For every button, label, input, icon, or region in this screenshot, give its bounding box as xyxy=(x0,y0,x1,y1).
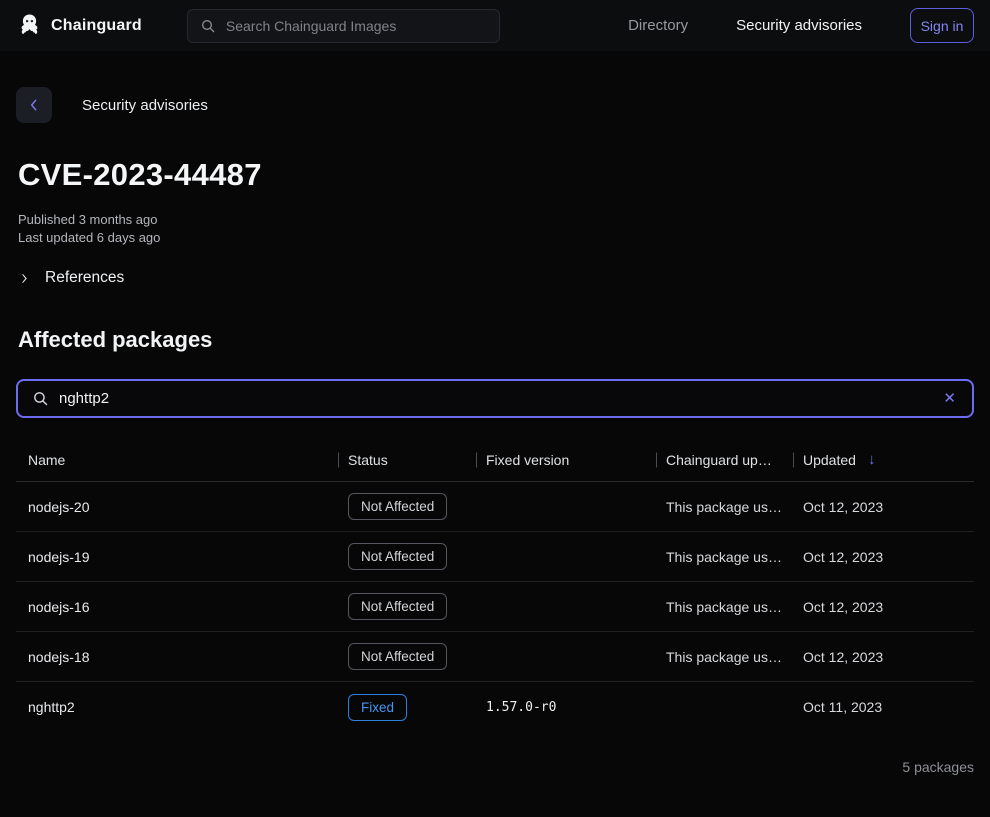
status-badge: Not Affected xyxy=(348,493,447,520)
updated-date: Oct 12, 2023 xyxy=(793,499,974,515)
column-header-status[interactable]: Status xyxy=(338,452,476,468)
chainguard-logo[interactable]: Chainguard xyxy=(16,12,142,39)
package-name: nodejs-16 xyxy=(16,599,338,615)
package-name: nodejs-20 xyxy=(16,499,338,515)
status-badge: Not Affected xyxy=(348,543,447,570)
updated-date: Oct 12, 2023 xyxy=(793,549,974,565)
references-toggle[interactable]: References xyxy=(18,269,124,287)
column-header-chainguard-update[interactable]: Chainguard up… xyxy=(656,452,793,468)
package-count: 5 packages xyxy=(16,759,974,775)
table-row[interactable]: nodejs-20 Not Affected This package us… … xyxy=(16,482,974,532)
table-row[interactable]: nodejs-19 Not Affected This package us… … xyxy=(16,532,974,582)
updated-date: Oct 12, 2023 xyxy=(793,599,974,615)
updated-date: Oct 12, 2023 xyxy=(793,649,974,665)
status-badge: Not Affected xyxy=(348,643,447,670)
global-search[interactable] xyxy=(187,9,500,43)
table-row[interactable]: nghttp2 Fixed 1.57.0-r0 Oct 11, 2023 xyxy=(16,682,974,732)
table-header: Name Status Fixed version Chainguard up…… xyxy=(16,438,974,482)
status-badge: Not Affected xyxy=(348,593,447,620)
updated-date: Oct 11, 2023 xyxy=(793,699,974,715)
advisory-meta: Published 3 months ago Last updated 6 da… xyxy=(18,211,974,247)
clear-filter-button[interactable]: ✕ xyxy=(941,389,958,408)
global-search-input[interactable] xyxy=(226,18,487,34)
table-row[interactable]: nodejs-18 Not Affected This package us… … xyxy=(16,632,974,682)
last-updated-date: Last updated 6 days ago xyxy=(18,229,974,247)
nav-link-directory[interactable]: Directory xyxy=(628,17,688,34)
chainguard-update: This package us… xyxy=(656,549,793,565)
references-label: References xyxy=(45,269,124,287)
chainguard-update: This package us… xyxy=(656,499,793,515)
brand-name: Chainguard xyxy=(51,17,142,35)
table-row[interactable]: nodejs-16 Not Affected This package us… … xyxy=(16,582,974,632)
chevron-right-icon xyxy=(18,272,31,285)
top-navbar: Chainguard Directory Security advisories… xyxy=(0,0,990,51)
chainguard-update: This package us… xyxy=(656,599,793,615)
nav-links: Directory Security advisories xyxy=(628,17,862,34)
status-badge: Fixed xyxy=(348,694,407,721)
published-date: Published 3 months ago xyxy=(18,211,974,229)
column-header-name[interactable]: Name xyxy=(16,452,338,468)
sort-desc-icon[interactable]: ↓ xyxy=(868,451,876,468)
package-name: nghttp2 xyxy=(16,699,338,715)
affected-packages-title: Affected packages xyxy=(18,327,974,353)
main-content: Security advisories CVE-2023-44487 Publi… xyxy=(0,87,990,775)
package-name: nodejs-19 xyxy=(16,549,338,565)
search-icon xyxy=(32,390,49,407)
column-header-updated-label: Updated xyxy=(803,452,856,468)
search-icon xyxy=(200,18,216,34)
back-button[interactable] xyxy=(16,87,52,123)
column-header-fixed-version[interactable]: Fixed version xyxy=(476,452,656,468)
octopus-icon xyxy=(16,12,43,39)
column-header-updated[interactable]: Updated ↓ xyxy=(793,451,974,468)
nav-link-security-advisories[interactable]: Security advisories xyxy=(736,17,862,34)
package-filter-input[interactable] xyxy=(59,390,931,407)
fixed-version: 1.57.0-r0 xyxy=(476,700,656,715)
chevron-left-icon xyxy=(26,97,42,113)
package-filter: ✕ xyxy=(16,379,974,418)
breadcrumb: Security advisories xyxy=(16,87,974,123)
page-title: CVE-2023-44487 xyxy=(18,157,974,193)
breadcrumb-label: Security advisories xyxy=(82,97,208,114)
affected-packages-table: Name Status Fixed version Chainguard up…… xyxy=(16,438,974,732)
sign-in-button[interactable]: Sign in xyxy=(910,8,974,43)
close-icon: ✕ xyxy=(943,390,956,407)
package-name: nodejs-18 xyxy=(16,649,338,665)
chainguard-update: This package us… xyxy=(656,649,793,665)
